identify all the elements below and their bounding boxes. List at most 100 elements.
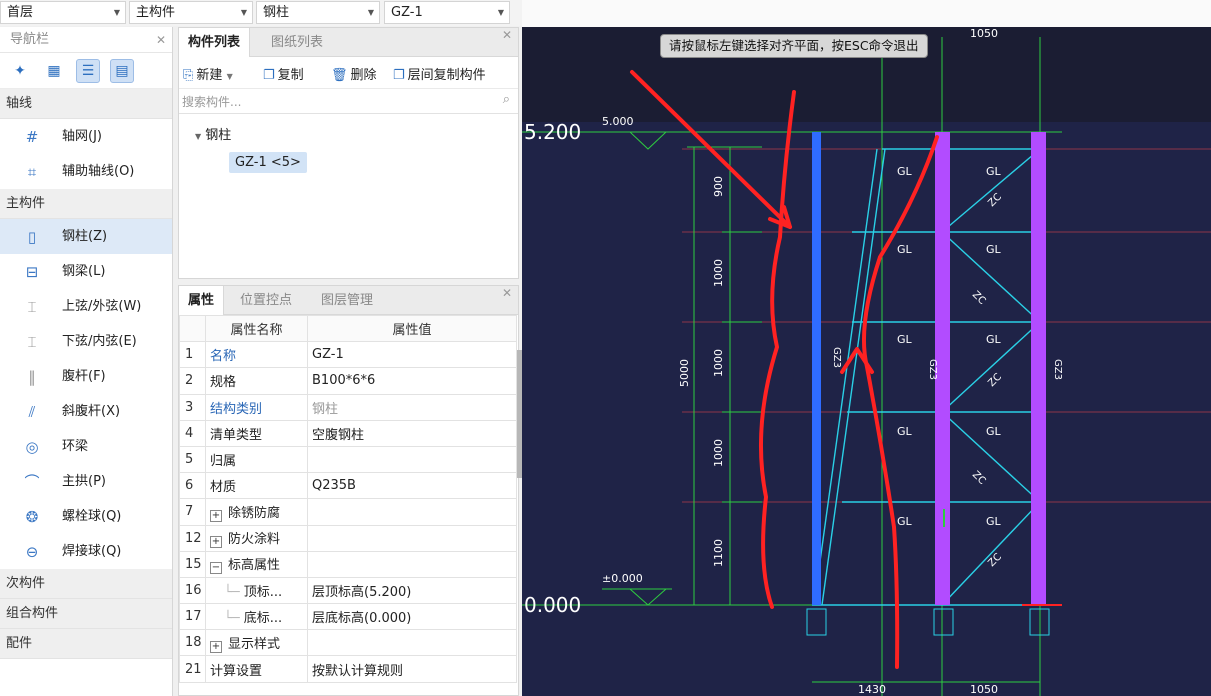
row-index: 2 <box>179 367 206 395</box>
nav-item-web-member[interactable]: ‖ 腹杆(F) <box>0 359 172 394</box>
row-value[interactable]: 钢柱 <box>307 393 517 421</box>
row-value[interactable]: Q235B <box>307 472 517 500</box>
nav-item-axis-grid[interactable]: # 轴网(J) <box>0 119 172 154</box>
nav-item-aux-axis[interactable]: ⌗ 辅助轴线(O) <box>0 154 172 189</box>
row-value[interactable] <box>307 629 517 657</box>
tree-line: └─ <box>224 584 244 600</box>
nav-item-top-chord[interactable]: ⌶ 上弦/外弦(W) <box>0 289 172 324</box>
nav-section-axis[interactable]: 轴线 <box>0 89 172 119</box>
type-select[interactable]: 钢柱 ▼ <box>256 1 380 24</box>
nav-item-main-arch[interactable]: ⌒ 主拱(P) <box>0 464 172 499</box>
component-actions: ⎘ 新建 ▼ ❐ 复制 🗑 删除 ❐ 层间复制构件 <box>179 57 518 89</box>
elev-bottom-label: 0.000 <box>524 593 581 617</box>
tab-layer-manage[interactable]: 图层管理 <box>312 286 382 315</box>
nav-item-bottom-chord[interactable]: ⌶ 下弦/内弦(E) <box>0 324 172 359</box>
nav-section-accessories[interactable]: 配件 <box>0 629 172 659</box>
drawing-canvas[interactable]: 5.200 0.000 5.000 ±0.000 5000 900 1000 1… <box>522 27 1211 696</box>
nav-item-label: 腹杆(F) <box>62 369 106 384</box>
list-view-icon[interactable]: ☰ <box>76 58 100 83</box>
row-value[interactable]: 按默认计算规则 <box>307 655 517 683</box>
pin-icon[interactable]: ✦ <box>8 59 32 83</box>
dim-1000-a: 1000 <box>712 259 725 287</box>
steel-column-icon: ▯ <box>27 228 37 246</box>
row-value[interactable] <box>307 550 517 578</box>
header-index <box>179 314 206 343</box>
tab-drawing-list[interactable]: 图纸列表 <box>262 28 332 57</box>
weld-ball-icon: ⊖ <box>25 543 39 561</box>
close-icon[interactable]: ✕ <box>156 27 166 53</box>
row-name: 规格 <box>205 367 308 395</box>
elev-bottom-mark: ±0.000 <box>602 572 643 585</box>
table-row[interactable]: 5 归属 <box>179 445 517 474</box>
floor-copy-button[interactable]: ❐ 层间复制构件 <box>393 64 486 83</box>
table-row[interactable]: 4 清单类型 空腹钢柱 <box>179 419 517 447</box>
row-value[interactable] <box>307 498 517 526</box>
table-row[interactable]: 17 └─ 底标... 层底标高(0.000) <box>179 603 517 631</box>
table-row[interactable]: 18 + 显示样式 <box>179 629 517 657</box>
row-value[interactable]: B100*6*6 <box>307 367 517 395</box>
chevron-down-icon: ▼ <box>367 8 374 17</box>
component-select[interactable]: GZ-1 ▼ <box>384 1 510 24</box>
property-tabs: 属性 位置控点 图层管理 ✕ <box>179 286 518 315</box>
tab-properties[interactable]: 属性 <box>179 286 225 315</box>
new-icon: ⎘ <box>183 68 194 83</box>
search-icon[interactable]: ⌕ <box>503 92 510 107</box>
row-name-group[interactable]: + 除锈防腐 <box>205 498 308 526</box>
nav-item-steel-column[interactable]: ▯ 钢柱(Z) <box>0 219 172 254</box>
row-value[interactable]: 层底标高(0.000) <box>307 603 517 631</box>
table-row[interactable]: 21 计算设置 按默认计算规则 <box>179 655 517 683</box>
table-row[interactable]: 7 + 除锈防腐 <box>179 498 517 526</box>
expand-icon[interactable]: + <box>210 536 222 549</box>
close-icon[interactable]: ✕ <box>502 28 512 42</box>
table-row[interactable]: 12 + 防火涂料 <box>179 524 517 552</box>
table-row[interactable]: 16 └─ 顶标... 层顶标高(5.200) <box>179 576 517 605</box>
beam-label: GL <box>986 243 1002 256</box>
row-name-group[interactable]: − 标高属性 <box>205 550 308 578</box>
cad-drawing[interactable]: 5.200 0.000 5.000 ±0.000 5000 900 1000 1… <box>522 27 1211 696</box>
toolbar: 首层 ▼ 主构件 ▼ 钢柱 ▼ GZ-1 ▼ <box>0 0 522 26</box>
collapse-icon[interactable]: − <box>210 562 222 575</box>
tab-component-list[interactable]: 构件列表 <box>179 28 251 57</box>
close-icon[interactable]: ✕ <box>502 286 512 300</box>
expand-icon[interactable]: + <box>210 509 222 522</box>
row-value[interactable]: 层顶标高(5.200) <box>307 576 517 605</box>
detail-view-icon[interactable]: ▤ <box>110 58 134 83</box>
row-name-group[interactable]: + 显示样式 <box>205 629 308 657</box>
tree-node-label: 钢柱 <box>205 128 232 143</box>
copy-button[interactable]: ❐ 复制 <box>263 64 304 83</box>
table-row[interactable]: 6 材质 Q235B <box>179 472 517 500</box>
row-value[interactable] <box>307 445 517 474</box>
expand-icon[interactable]: + <box>210 640 222 653</box>
row-value[interactable] <box>307 524 517 552</box>
row-value[interactable]: 空腹钢柱 <box>307 419 517 447</box>
beam-label: GL <box>897 165 913 178</box>
floor-select[interactable]: 首层 ▼ <box>0 1 126 24</box>
nav-title: 导航栏 <box>10 32 50 47</box>
nav-section-combined[interactable]: 组合构件 <box>0 599 172 629</box>
nav-item-bolt-ball[interactable]: ❂ 螺栓球(Q) <box>0 499 172 534</box>
nav-item-diagonal-web[interactable]: ⫽ 斜腹杆(X) <box>0 394 172 429</box>
category-select[interactable]: 主构件 ▼ <box>129 1 253 24</box>
table-row[interactable]: 15− 标高属性 <box>179 550 517 578</box>
blue-steel-column[interactable] <box>812 132 821 605</box>
delete-button[interactable]: 🗑 删除 <box>331 64 377 83</box>
nav-section-main[interactable]: 主构件 <box>0 189 172 219</box>
new-button[interactable]: ⎘ 新建 ▼ <box>183 64 233 83</box>
table-row[interactable]: 2 规格 B100*6*6 <box>179 367 517 395</box>
ring-beam-icon: ◎ <box>25 438 39 456</box>
nav-item-ring-beam[interactable]: ◎ 环梁 <box>0 429 172 464</box>
grid-view-icon[interactable]: ▦ <box>42 59 66 83</box>
nav-section-secondary[interactable]: 次构件 <box>0 569 172 599</box>
nav-item-steel-beam[interactable]: ⊟ 钢梁(L) <box>0 254 172 289</box>
nav-item-weld-ball[interactable]: ⊖ 焊接球(Q) <box>0 534 172 569</box>
tab-position-control[interactable]: 位置控点 <box>231 286 301 315</box>
tree-leaf-gz1[interactable]: GZ-1 <5> <box>229 152 307 173</box>
component-search[interactable]: 搜索构件... ⌕ <box>179 89 518 114</box>
brace-label: ZC <box>970 469 988 487</box>
purple-column-2[interactable] <box>1031 132 1046 605</box>
table-row[interactable]: 1 名称 GZ-1 <box>179 341 517 369</box>
table-row[interactable]: 3 结构类别 钢柱 <box>179 393 517 421</box>
row-name-group[interactable]: + 防火涂料 <box>205 524 308 552</box>
tree-node-steel-column[interactable]: ▼ 钢柱 <box>195 124 231 143</box>
row-value[interactable]: GZ-1 <box>307 341 517 369</box>
